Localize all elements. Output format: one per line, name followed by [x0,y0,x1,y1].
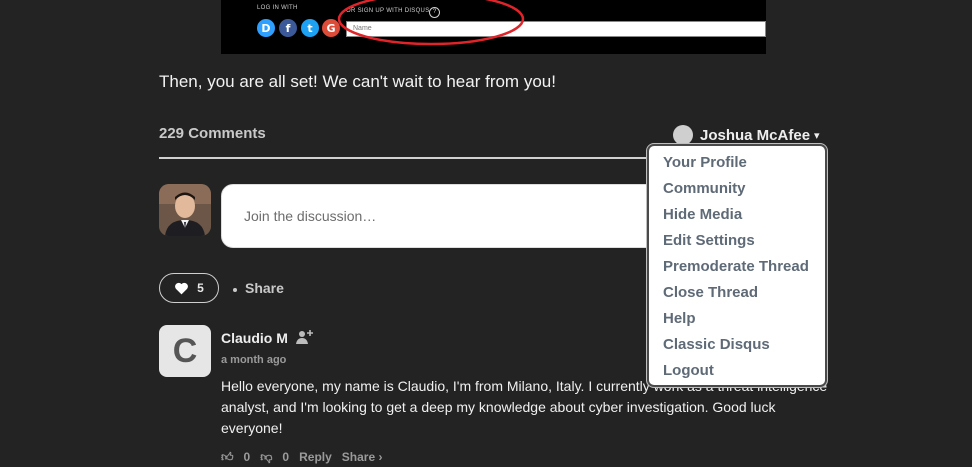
menu-item-premoderate-thread[interactable]: Premoderate Thread [649,256,825,282]
comment-author[interactable]: Claudio M [221,330,288,346]
share-button[interactable]: Share [245,280,284,296]
caret-down-icon: ▾ [814,129,820,142]
comment-actions: 👍︎ 0 👎︎ 0 Reply Share › [221,447,382,467]
highlight-ellipse [337,0,525,46]
intro-text: Then, you are all set! We can't wait to … [159,72,556,91]
menu-item-edit-settings[interactable]: Edit Settings [649,230,825,256]
reply-placeholder: Join the discussion… [244,208,377,224]
embedded-login-image: LOG IN WITH D f t G OR SIGN UP WITH DISQ… [221,0,766,54]
downvote-icon[interactable]: 👎︎ [260,450,272,465]
commenter-avatar[interactable]: C [159,325,211,377]
comment-share-button[interactable]: Share › [342,450,383,464]
heart-icon [175,282,189,294]
comment-count[interactable]: 229 Comments [159,125,266,142]
menu-item-close-thread[interactable]: Close Thread [649,282,825,308]
downvote-count: 0 [282,450,290,464]
user-avatar [673,125,693,145]
like-button[interactable]: 5 [159,273,219,303]
follow-user-icon[interactable] [296,329,314,345]
user-menu-trigger[interactable]: Joshua McAfee ▾ [673,125,820,145]
upvote-icon[interactable]: 👍︎ [221,450,234,465]
menu-item-logout[interactable]: Logout [649,360,825,386]
like-count: 5 [197,281,204,295]
user-dropdown-menu: Your Profile Community Hide Media Edit S… [647,144,827,387]
menu-item-help[interactable]: Help [649,308,825,334]
avatar [159,184,211,236]
user-name: Joshua McAfee [700,126,811,144]
menu-item-classic-disqus[interactable]: Classic Disqus [649,334,825,360]
reply-button[interactable]: Reply [299,450,332,464]
menu-item-community[interactable]: Community [649,178,825,204]
comment-timestamp[interactable]: a month ago [221,354,286,366]
upvote-count: 0 [243,450,251,464]
menu-item-your-profile[interactable]: Your Profile [649,152,825,178]
separator-dot [233,288,237,292]
menu-item-hide-media[interactable]: Hide Media [649,204,825,230]
